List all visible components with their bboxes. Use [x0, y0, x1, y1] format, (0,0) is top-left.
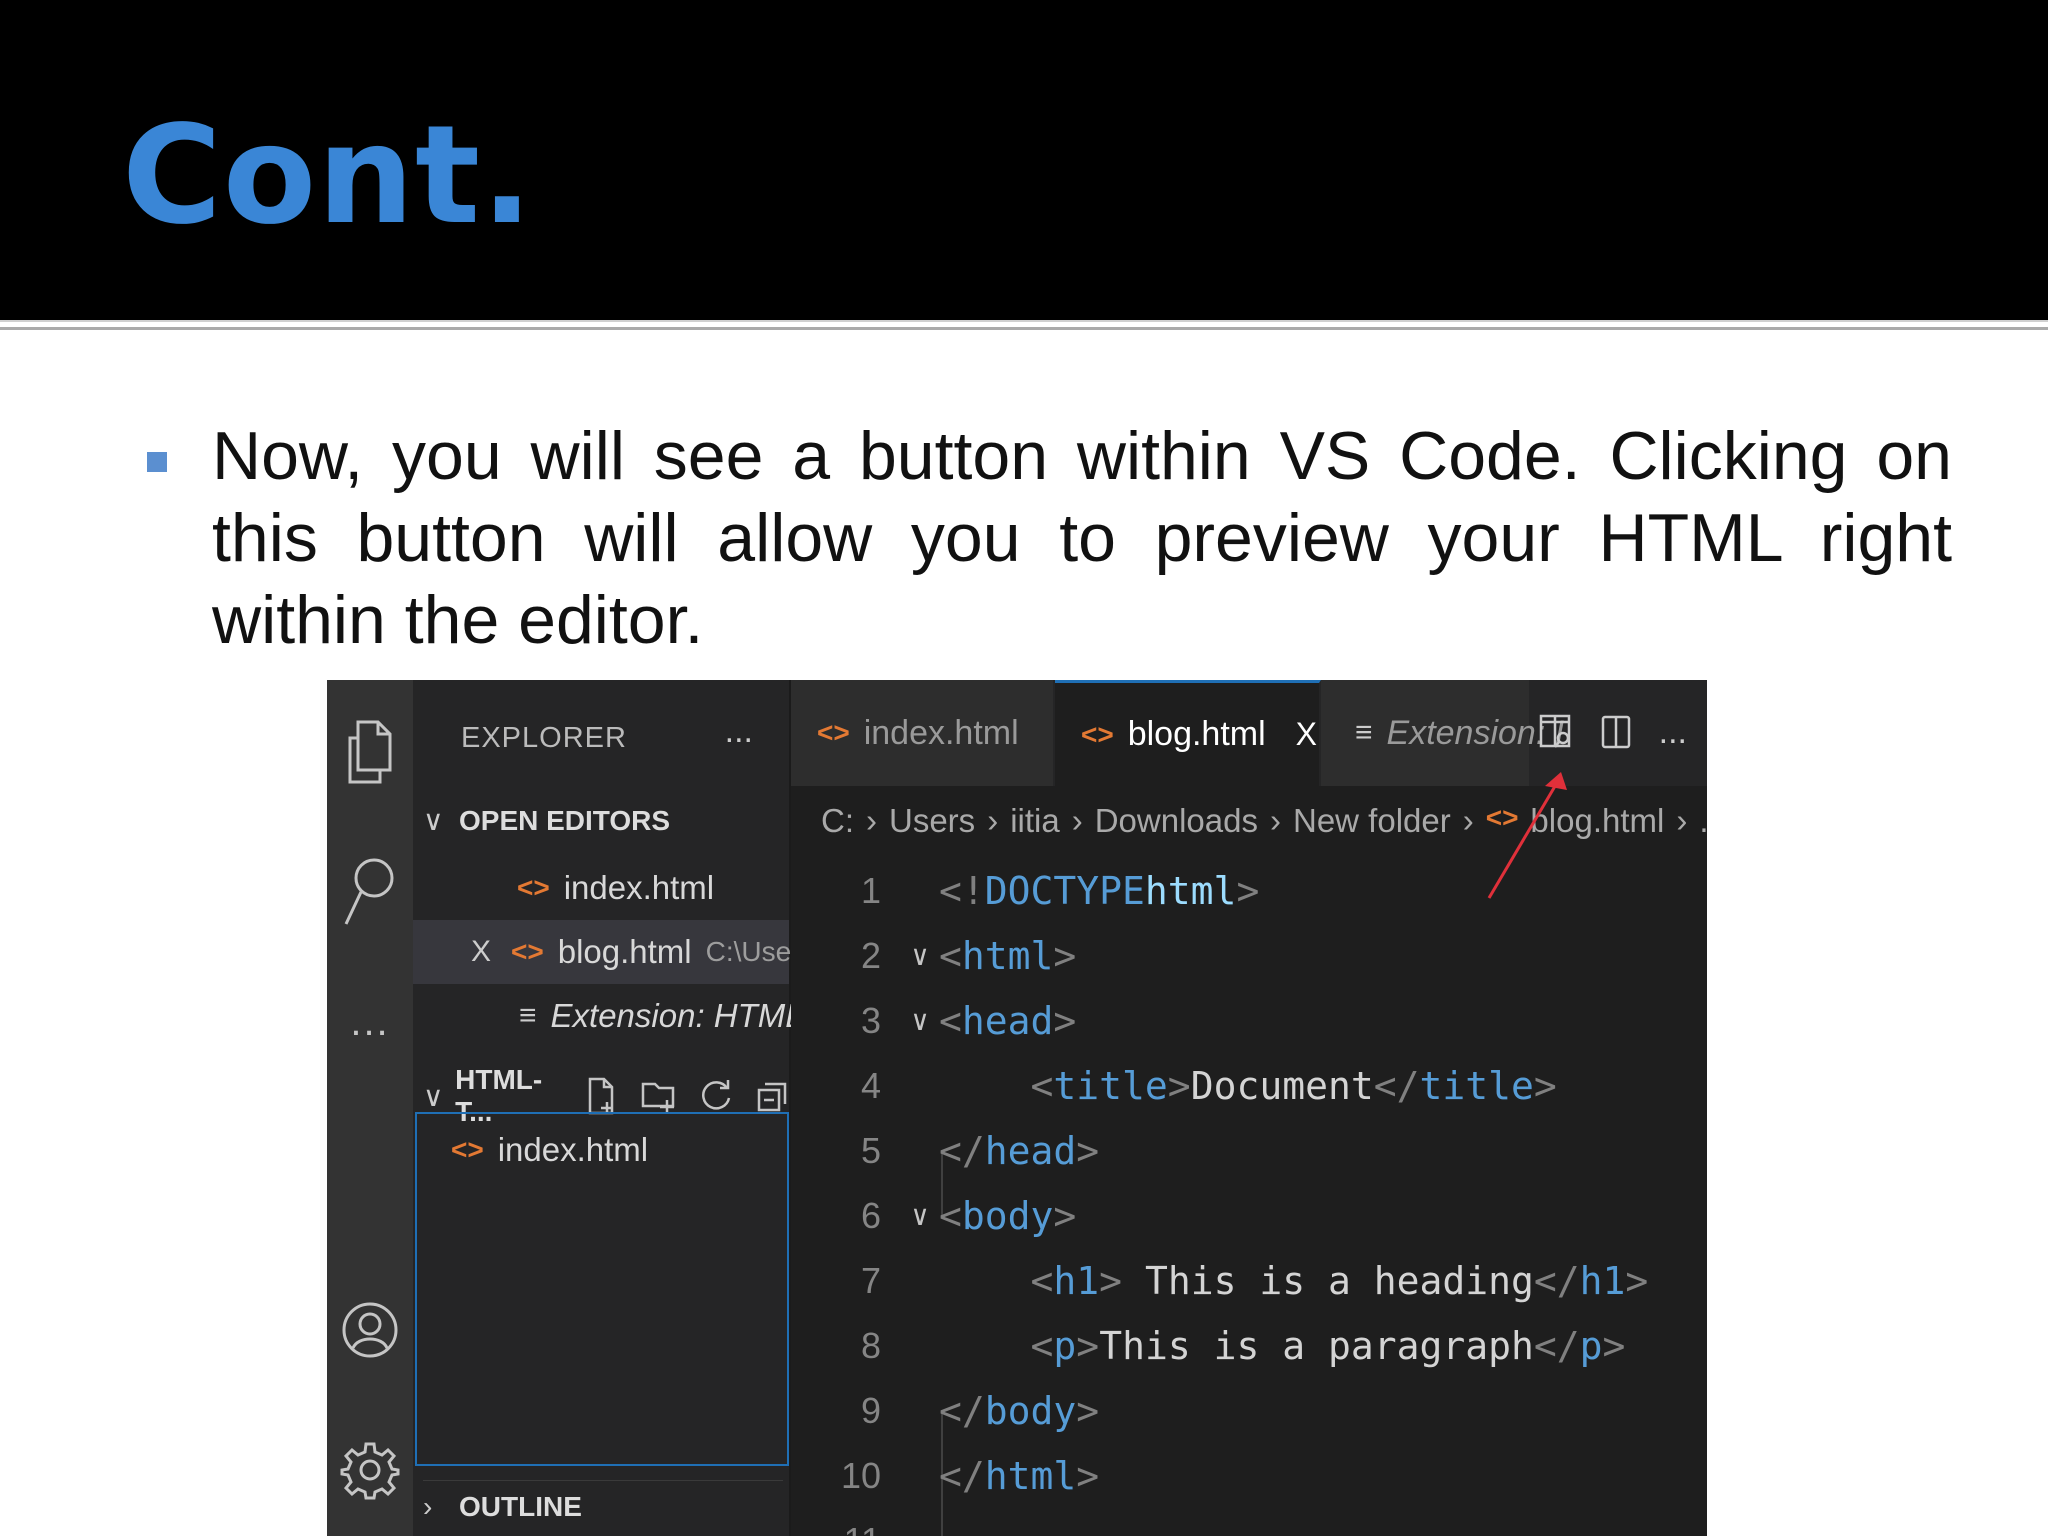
line-number: 10	[840, 1454, 881, 1496]
code-line[interactable]: 6 ∨ < body >	[791, 1183, 1076, 1248]
code-line[interactable]: 9 </body >	[791, 1378, 1099, 1443]
html-file-icon: <>	[511, 936, 544, 967]
html-file-icon: <>	[817, 717, 850, 748]
editor-more-button[interactable]: ...	[1659, 715, 1687, 749]
line-number: 1	[860, 869, 881, 911]
search-icon[interactable]	[327, 856, 413, 928]
outline-label: OUTLINE	[459, 1491, 582, 1522]
open-editors-header[interactable]: ∨ OPEN EDITORS	[423, 804, 670, 837]
split-editor-icon[interactable]	[1601, 714, 1631, 750]
header-divider	[0, 320, 2048, 330]
slide-title: Cont.	[122, 97, 534, 255]
fold-chevron-icon[interactable]: ∨	[901, 1004, 939, 1037]
line-number: 2	[860, 934, 881, 976]
open-editor-item-active[interactable]: X <> blog.html C:\Use...	[413, 920, 815, 984]
line-number: 3	[860, 999, 881, 1041]
collapse-all-icon[interactable]	[757, 1076, 789, 1116]
more-views-icon[interactable]: ...	[327, 1000, 413, 1045]
code-line[interactable]: 2 ∨ < html >	[791, 923, 1076, 988]
folder-file-label: index.html	[497, 1131, 649, 1168]
line-number: 8	[860, 1324, 881, 1366]
breadcrumb-segment[interactable]: ...	[1699, 802, 1707, 840]
tab-label: blog.html	[1127, 715, 1266, 753]
breadcrumb-segment[interactable]: Users	[889, 802, 975, 840]
html-file-icon: <>	[1081, 718, 1114, 750]
code-line[interactable]: 11	[791, 1508, 939, 1536]
html-file-icon: <>	[517, 872, 550, 903]
new-folder-icon[interactable]	[641, 1076, 677, 1116]
close-icon[interactable]: X	[471, 935, 491, 969]
chevron-right-icon: ›	[1071, 802, 1083, 839]
tab-blog-html[interactable]: <> blog.html X	[1055, 680, 1321, 786]
slide-header: Cont.	[0, 0, 2048, 320]
tab-label: Extension: I	[1386, 713, 1565, 752]
line-number: 11	[791, 1520, 901, 1536]
line-number: 6	[860, 1194, 881, 1236]
chevron-right-icon: ›	[866, 802, 877, 839]
tab-label: index.html	[863, 713, 1019, 752]
folder-file-item[interactable]: <> index.html	[413, 1118, 789, 1182]
open-editor-label: index.html	[563, 869, 715, 906]
explorer-more-button[interactable]: ...	[725, 712, 753, 751]
tab-close-button[interactable]: X	[1296, 716, 1317, 753]
vscode-screenshot: ... EXPLORER ... ∨ OPEN EDITORS <> index…	[327, 680, 1707, 1536]
code-line[interactable]: 8 < p > This is a paragraph </p >	[791, 1313, 1625, 1378]
open-editor-item[interactable]: <> index.html	[413, 856, 789, 920]
open-editor-label: blog.html	[557, 933, 692, 970]
editor-area: <> index.html <> blog.html X ≡ Extension…	[791, 680, 1707, 1536]
tab-extension[interactable]: ≡ Extension: I	[1321, 680, 1564, 786]
account-icon[interactable]	[327, 1300, 413, 1360]
refresh-icon[interactable]	[701, 1076, 733, 1116]
bullet-square-icon	[147, 452, 167, 472]
tab-index-html[interactable]: <> index.html	[791, 680, 1055, 786]
chevron-down-icon: ∨	[423, 805, 444, 836]
fold-chevron-icon[interactable]: ∨	[901, 939, 939, 972]
preview-list-icon: ≡	[519, 999, 537, 1032]
code-line[interactable]: 7 < h1 > This is a heading </h1 >	[791, 1248, 1648, 1313]
breadcrumb: C: › Users › iitia › Downloads › New folder ›…	[821, 802, 1707, 840]
line-number: 7	[860, 1259, 881, 1301]
breadcrumb-segment[interactable]: C:	[821, 802, 854, 840]
code-line[interactable]: 3 ∨ < head >	[791, 988, 1076, 1053]
line-number: 9	[860, 1389, 881, 1431]
html-file-icon: <>	[451, 1134, 484, 1165]
new-file-icon[interactable]	[587, 1076, 617, 1116]
outline-header[interactable]: › OUTLINE	[423, 1480, 783, 1523]
chevron-down-icon: ∨	[423, 1080, 444, 1112]
code-line[interactable]: 10 </html >	[791, 1443, 1099, 1508]
chevron-right-icon: ›	[1462, 802, 1474, 839]
preview-list-icon: ≡	[1355, 716, 1373, 749]
breadcrumb-segment[interactable]: New folder	[1293, 802, 1451, 840]
fold-chevron-icon[interactable]: ∨	[901, 1199, 939, 1232]
explorer-icon[interactable]	[327, 716, 413, 786]
code-line[interactable]: 1 <! DOCTYPE html >	[791, 858, 1259, 923]
breadcrumb-segment[interactable]: Downloads	[1095, 802, 1258, 840]
explorer-sidebar: EXPLORER ... ∨ OPEN EDITORS <> index.htm…	[413, 680, 831, 1536]
open-editor-item[interactable]: ≡ Extension: HTML...	[413, 984, 831, 1048]
chevron-right-icon: ›	[1676, 802, 1688, 839]
line-number: 4	[860, 1064, 881, 1106]
open-editor-label: Extension: HTML...	[550, 997, 832, 1034]
open-editors-label: OPEN EDITORS	[459, 804, 671, 836]
settings-gear-icon[interactable]	[327, 1440, 413, 1500]
bullet-text: Now, you will see a button within VS Cod…	[212, 418, 1952, 658]
tab-bar: <> index.html <> blog.html X ≡ Extension…	[791, 680, 1707, 786]
open-preview-button[interactable]	[1539, 714, 1573, 750]
breadcrumb-segment[interactable]: iitia	[1010, 802, 1060, 840]
chevron-right-icon: ›	[423, 1491, 433, 1522]
explorer-title: EXPLORER	[461, 722, 627, 754]
chevron-right-icon: ›	[987, 802, 999, 839]
code-line[interactable]: 4 < title > Document </title >	[791, 1053, 1557, 1118]
chevron-right-icon: ›	[1269, 802, 1281, 839]
code-line[interactable]: 5 </head >	[791, 1118, 1099, 1183]
breadcrumb-segment[interactable]: blog.html	[1530, 802, 1664, 840]
activity-bar: ...	[327, 680, 413, 1536]
editor-actions: ...	[1539, 714, 1687, 750]
line-number: 5	[860, 1129, 881, 1171]
html-file-icon: <>	[1485, 802, 1519, 833]
